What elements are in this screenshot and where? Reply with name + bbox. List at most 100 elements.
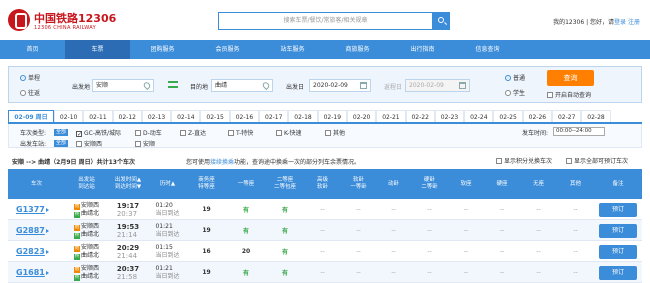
second-class-seat[interactable]: 有 [282,268,288,277]
date-tab[interactable]: 02-11 [83,110,113,122]
my12306-link[interactable]: 我的12306 [553,19,584,26]
train-code-link[interactable]: G2887 [16,226,45,235]
expand-arrow-icon[interactable] [45,228,49,233]
second-class-seat[interactable]: 有 [282,205,288,214]
train-type-checkbox[interactable]: K-快速 [276,128,301,137]
book-button[interactable]: 预订 [599,223,637,238]
train-type-checkbox[interactable]: T-特快 [228,128,253,137]
swap-stations-icon[interactable] [168,81,178,88]
from-station-input[interactable]: 安顺 [92,79,154,92]
train-code-link[interactable]: G2823 [16,247,45,256]
depart-date-input[interactable]: 2020-02-09 [309,79,371,92]
first-class-seat[interactable]: 20 [242,248,250,255]
second-class-seat[interactable]: 有 [282,226,288,235]
train-type-checkbox[interactable]: 其他 [325,128,345,137]
normal-ticket-radio[interactable]: 普通 [505,73,525,82]
first-class-seat[interactable]: 有 [243,268,249,277]
search-button[interactable] [433,12,450,30]
show-points-checkbox[interactable]: 显示积分兑换车次 [496,156,552,165]
business-seat-count[interactable]: 19 [202,269,210,276]
date-tab[interactable]: 02-12 [112,110,142,122]
expand-arrow-icon[interactable] [45,249,49,254]
expand-arrow-icon[interactable] [45,207,49,212]
date-tab[interactable]: 02-24 [464,110,494,122]
brand-title[interactable]: 中国铁路12306 [34,10,116,26]
business-seat-count[interactable]: 19 [202,206,210,213]
nav-item[interactable]: 信息查询 [455,40,520,59]
railway-logo-icon[interactable] [8,9,30,31]
nav-item[interactable]: 商旅服务 [325,40,390,59]
nav-item[interactable]: 站车服务 [260,40,325,59]
station-all-button[interactable]: 全部 [54,139,69,147]
date-tab[interactable]: 02-21 [376,110,406,122]
train-code-link[interactable]: G1681 [16,268,45,277]
expand-arrow-icon[interactable] [45,270,49,275]
station-checkbox-anshun[interactable]: 安顺 [135,139,155,148]
table-cell: -- [376,241,411,262]
nav-item[interactable]: 首页 [0,40,65,59]
book-button[interactable]: 预订 [599,244,637,259]
origin-name[interactable]: 安顺西 [81,202,99,209]
oneway-radio[interactable]: 单程 [20,73,40,82]
arrive-name[interactable]: 曲靖北 [81,210,99,217]
train-type-all-button[interactable]: 全部 [54,128,69,136]
column-header[interactable]: 出发时间▲ 到达时间▼ [108,169,148,199]
business-seat-count[interactable]: 19 [202,227,210,234]
date-tab[interactable]: 02-26 [522,110,553,122]
date-tab[interactable]: 02-15 [200,110,230,122]
train-type-checkbox[interactable]: D-动车 [135,128,162,137]
nav-item[interactable]: 会员服务 [195,40,260,59]
depart-time-select[interactable]: 00:00--24:00 [553,127,605,136]
student-ticket-radio[interactable]: 学生 [505,88,525,97]
transfer-link[interactable]: 接续换乘 [210,159,234,166]
origin-name[interactable]: 安顺西 [81,244,99,251]
origin-name[interactable]: 安顺西 [81,223,99,230]
roundtrip-radio[interactable]: 往返 [20,88,40,97]
origin-name[interactable]: 安顺西 [81,265,99,272]
station-checkbox-anshunxi[interactable]: 安顺西 [76,139,102,148]
site-search-input[interactable]: 搜索车票/餐饮/常旅客/相关规章 [218,12,433,30]
date-tab[interactable]: 02-25 [493,110,523,122]
arrive-name[interactable]: 曲靖北 [81,252,99,259]
to-station-input[interactable]: 曲靖 [211,79,273,92]
date-tab[interactable]: 02-23 [434,110,465,122]
checkbox-icon [566,158,572,164]
book-button[interactable]: 预订 [599,202,637,217]
date-tab[interactable]: 02-27 [552,110,582,122]
register-link[interactable]: 注册 [628,19,640,26]
login-link[interactable]: 登录 [614,19,626,26]
first-class-seat[interactable]: 有 [243,226,249,235]
business-seat-count[interactable]: 16 [202,248,210,255]
train-code-link[interactable]: G1377 [16,205,45,214]
book-button[interactable]: 预订 [599,265,637,280]
date-tab[interactable]: 02-28 [581,110,611,122]
train-type-checkbox[interactable]: Z-直达 [180,128,206,137]
second-class-seat[interactable]: 有 [282,247,288,256]
query-button[interactable]: 查询 [547,70,594,86]
date-tab-active[interactable]: 02-09 周日 [8,110,54,122]
from-value: 安顺 [96,82,109,89]
date-tab[interactable]: 02-14 [171,110,201,122]
nav-item[interactable]: 车票 [65,40,130,59]
duration: 01:15 当日到达 [155,244,179,260]
date-tab[interactable]: 02-19 [317,110,347,122]
date-tab[interactable]: 02-10 [54,110,84,122]
date-tab[interactable]: 02-20 [346,110,377,122]
show-all-checkbox[interactable]: 显示全部可预订车次 [566,156,628,165]
return-date-input[interactable]: 2020-02-09 [405,79,470,92]
nav-item[interactable]: 团购服务 [130,40,195,59]
arrive-name[interactable]: 曲靖北 [81,231,99,238]
auto-query-checkbox[interactable]: 开启自动查询 [547,90,591,99]
first-class-seat[interactable]: 有 [243,205,249,214]
date-tab[interactable]: 02-18 [288,110,318,122]
date-tab[interactable]: 02-13 [141,110,172,122]
auto-query-label: 开启自动查询 [555,92,592,99]
date-tab[interactable]: 02-16 [229,110,260,122]
date-tab[interactable]: 02-17 [259,110,289,122]
nav-item[interactable]: 出行指南 [390,40,455,59]
column-header[interactable]: 历时▲ [148,169,187,199]
train-type-checkbox[interactable]: GC-高铁/城际 [76,128,121,137]
empty-seat-cell: -- [499,269,505,276]
arrive-name[interactable]: 曲靖北 [81,273,99,280]
date-tab[interactable]: 02-22 [405,110,435,122]
